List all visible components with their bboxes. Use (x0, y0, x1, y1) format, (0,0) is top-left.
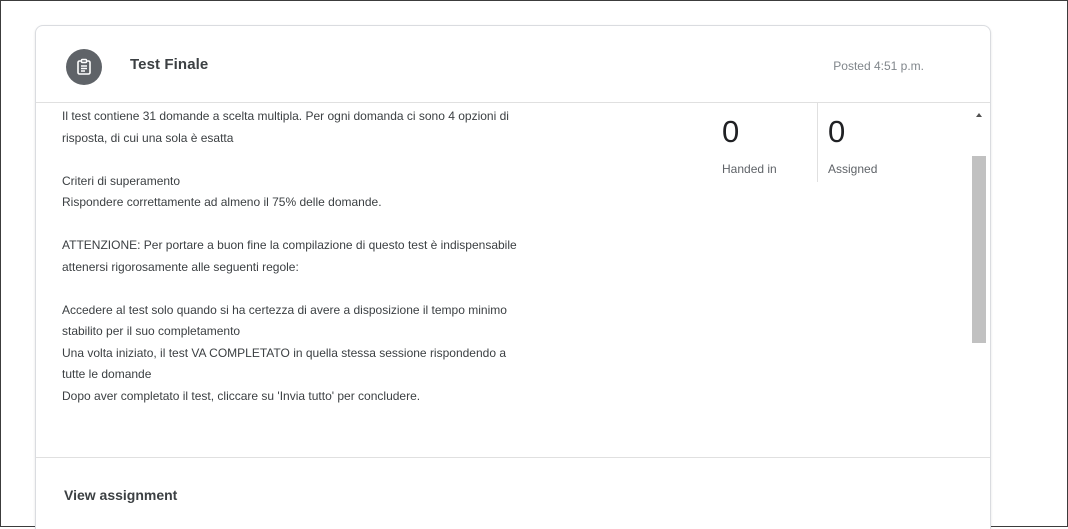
description-line: Dopo aver completato il test, cliccare s… (62, 388, 421, 403)
assigned-stat[interactable]: 0 Assigned (817, 102, 938, 182)
view-assignment-link[interactable]: View assignment (64, 487, 177, 503)
description-line: Il test contiene 31 domande a scelta mul… (62, 109, 509, 123)
description-line: Una volta iniziato, il test VA COMPLETAT… (62, 345, 506, 360)
assignment-card: Test Finale Posted 4:51 p.m. Il test con… (35, 25, 991, 529)
scrollbar-thumb[interactable] (972, 156, 986, 343)
description-gap (62, 149, 702, 171)
posted-time: Posted 4:51 p.m. (833, 59, 924, 73)
description-gap (62, 214, 702, 236)
assignment-title: Test Finale (130, 56, 209, 73)
handed-in-count: 0 (722, 114, 740, 149)
assigned-label: Assigned (828, 162, 878, 176)
description-line: Rispondere correttamente ad almeno il 75… (62, 195, 382, 209)
description-line: ATTENZIONE: Per portare a buon fine la c… (62, 238, 517, 252)
scroll-up-arrow-icon[interactable] (976, 113, 982, 117)
description-line: Criteri di superamento (62, 173, 181, 188)
card-header: Test Finale Posted 4:51 p.m. (36, 26, 990, 103)
description-line: tutte le domande (62, 367, 152, 381)
description-scrollbar[interactable] (972, 104, 988, 482)
description-line: attenersi rigorosamente alle seguenti re… (62, 259, 299, 274)
description-line: risposta, di cui una sola è esatta (62, 130, 234, 145)
description-line: Accedere al test solo quando si ha certe… (62, 302, 507, 317)
assignment-icon (66, 49, 102, 85)
assignment-description: Il test contiene 31 domande a scelta mul… (62, 106, 702, 407)
handed-in-stat[interactable]: 0 Handed in (717, 102, 812, 182)
description-gap (62, 278, 702, 300)
card-footer: View assignment (36, 457, 990, 529)
handed-in-label: Handed in (722, 162, 777, 176)
assigned-count: 0 (828, 114, 846, 149)
window-frame: Test Finale Posted 4:51 p.m. Il test con… (0, 0, 1068, 529)
description-line: stabilito per il suo completamento (62, 324, 241, 338)
